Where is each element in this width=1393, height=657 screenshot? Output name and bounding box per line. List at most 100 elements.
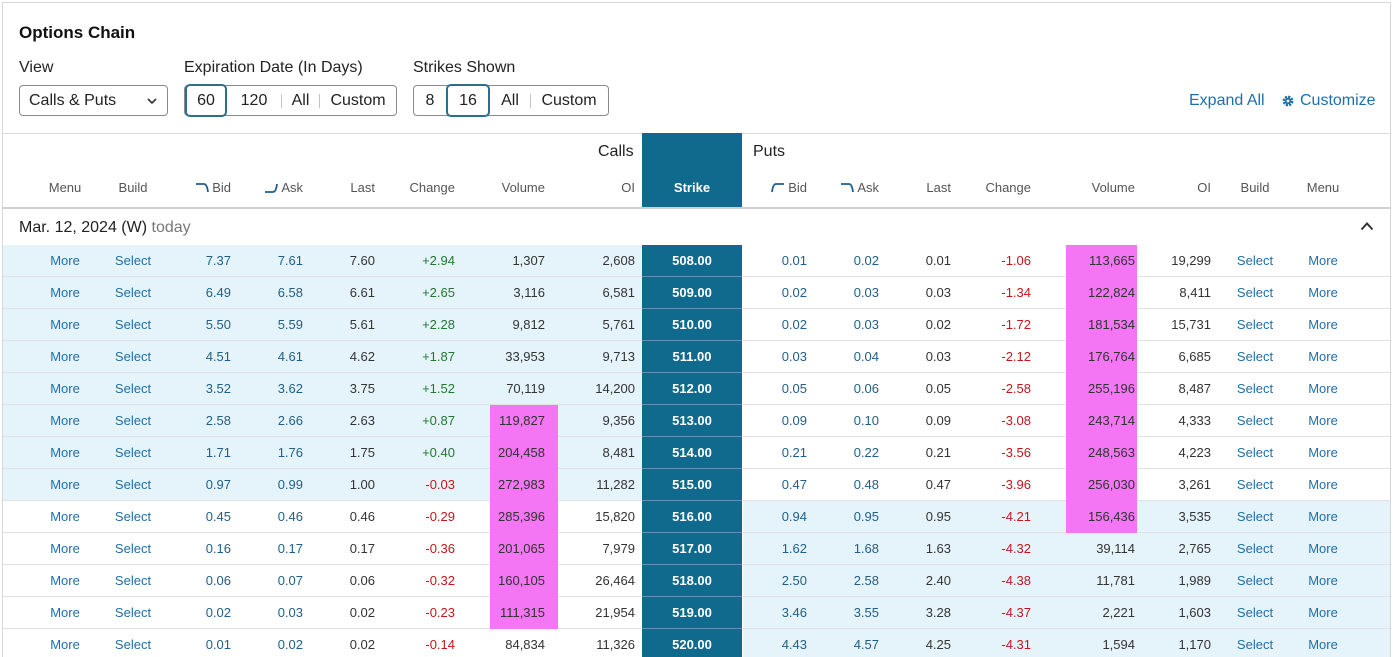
- put-more-link[interactable]: More: [1303, 565, 1343, 596]
- put-more-link[interactable]: More: [1303, 373, 1343, 404]
- call-select-link[interactable]: Select: [106, 405, 160, 436]
- call-bid[interactable]: 7.37: [171, 245, 231, 276]
- put-ask[interactable]: 4.57: [817, 629, 879, 657]
- call-more-link[interactable]: More: [47, 629, 83, 657]
- call-select-link[interactable]: Select: [106, 629, 160, 657]
- put-select-link[interactable]: Select: [1228, 565, 1282, 596]
- call-bid[interactable]: 0.45: [171, 501, 231, 532]
- put-select-link[interactable]: Select: [1228, 277, 1282, 308]
- call-more-link[interactable]: More: [47, 501, 83, 532]
- call-more-link[interactable]: More: [47, 277, 83, 308]
- call-bid[interactable]: 0.02: [171, 597, 231, 628]
- put-select-link[interactable]: Select: [1228, 501, 1282, 532]
- put-ask[interactable]: 0.03: [817, 309, 879, 340]
- put-bid[interactable]: 0.47: [745, 469, 807, 500]
- call-ask[interactable]: 3.62: [241, 373, 303, 404]
- put-ask[interactable]: 0.22: [817, 437, 879, 468]
- call-ask[interactable]: 0.02: [241, 629, 303, 657]
- put-ask[interactable]: 0.95: [817, 501, 879, 532]
- call-ask[interactable]: 0.03: [241, 597, 303, 628]
- expiration-group-row[interactable]: Mar. 12, 2024 (W) today: [3, 209, 1390, 245]
- put-select-link[interactable]: Select: [1228, 341, 1282, 372]
- call-more-link[interactable]: More: [47, 373, 83, 404]
- put-bid[interactable]: 0.09: [745, 405, 807, 436]
- put-select-link[interactable]: Select: [1228, 533, 1282, 564]
- call-ask[interactable]: 0.07: [241, 565, 303, 596]
- call-more-link[interactable]: More: [47, 437, 83, 468]
- call-select-link[interactable]: Select: [106, 501, 160, 532]
- put-select-link[interactable]: Select: [1228, 309, 1282, 340]
- put-bid[interactable]: 0.21: [745, 437, 807, 468]
- col-header-put-ask[interactable]: Ask: [817, 180, 879, 195]
- put-bid[interactable]: 3.46: [745, 597, 807, 628]
- put-select-link[interactable]: Select: [1228, 245, 1282, 276]
- call-ask[interactable]: 1.76: [241, 437, 303, 468]
- put-more-link[interactable]: More: [1303, 341, 1343, 372]
- call-ask[interactable]: 0.99: [241, 469, 303, 500]
- call-select-link[interactable]: Select: [106, 565, 160, 596]
- call-bid[interactable]: 2.58: [171, 405, 231, 436]
- put-select-link[interactable]: Select: [1228, 405, 1282, 436]
- call-select-link[interactable]: Select: [106, 533, 160, 564]
- put-bid[interactable]: 0.02: [745, 309, 807, 340]
- strikes-option-all[interactable]: All: [490, 86, 530, 115]
- put-bid[interactable]: 4.43: [745, 629, 807, 657]
- call-select-link[interactable]: Select: [106, 277, 160, 308]
- call-ask[interactable]: 2.66: [241, 405, 303, 436]
- call-bid[interactable]: 0.06: [171, 565, 231, 596]
- put-ask[interactable]: 1.68: [817, 533, 879, 564]
- col-header-call-bid[interactable]: Bid: [171, 180, 231, 195]
- put-ask[interactable]: 3.55: [817, 597, 879, 628]
- expiration-option-120[interactable]: 120: [227, 86, 281, 115]
- put-bid[interactable]: 2.50: [745, 565, 807, 596]
- call-select-link[interactable]: Select: [106, 309, 160, 340]
- put-bid[interactable]: 0.02: [745, 277, 807, 308]
- put-bid[interactable]: 0.94: [745, 501, 807, 532]
- call-more-link[interactable]: More: [47, 597, 83, 628]
- put-more-link[interactable]: More: [1303, 501, 1343, 532]
- call-bid[interactable]: 0.97: [171, 469, 231, 500]
- put-ask[interactable]: 0.48: [817, 469, 879, 500]
- strikes-option-custom[interactable]: Custom: [531, 86, 607, 115]
- put-more-link[interactable]: More: [1303, 277, 1343, 308]
- put-ask[interactable]: 0.02: [817, 245, 879, 276]
- put-select-link[interactable]: Select: [1228, 469, 1282, 500]
- put-ask[interactable]: 0.04: [817, 341, 879, 372]
- call-select-link[interactable]: Select: [106, 597, 160, 628]
- put-select-link[interactable]: Select: [1228, 437, 1282, 468]
- call-bid[interactable]: 3.52: [171, 373, 231, 404]
- put-more-link[interactable]: More: [1303, 245, 1343, 276]
- call-more-link[interactable]: More: [47, 469, 83, 500]
- call-more-link[interactable]: More: [47, 309, 83, 340]
- call-ask[interactable]: 6.58: [241, 277, 303, 308]
- put-bid[interactable]: 0.05: [745, 373, 807, 404]
- put-bid[interactable]: 0.01: [745, 245, 807, 276]
- put-select-link[interactable]: Select: [1228, 373, 1282, 404]
- put-select-link[interactable]: Select: [1228, 597, 1282, 628]
- call-select-link[interactable]: Select: [106, 469, 160, 500]
- col-header-call-ask[interactable]: Ask: [241, 180, 303, 195]
- call-ask[interactable]: 7.61: [241, 245, 303, 276]
- put-bid[interactable]: 0.03: [745, 341, 807, 372]
- customize-link[interactable]: Customize: [1281, 92, 1376, 110]
- put-ask[interactable]: 0.10: [817, 405, 879, 436]
- call-more-link[interactable]: More: [47, 533, 83, 564]
- put-more-link[interactable]: More: [1303, 469, 1343, 500]
- put-select-link[interactable]: Select: [1228, 629, 1282, 657]
- call-select-link[interactable]: Select: [106, 373, 160, 404]
- expand-all-link[interactable]: Expand All: [1189, 92, 1265, 110]
- call-ask[interactable]: 0.17: [241, 533, 303, 564]
- expiration-option-60[interactable]: 60: [185, 84, 227, 117]
- call-bid[interactable]: 5.50: [171, 309, 231, 340]
- strikes-option-16[interactable]: 16: [446, 84, 490, 117]
- call-bid[interactable]: 0.16: [171, 533, 231, 564]
- put-more-link[interactable]: More: [1303, 629, 1343, 657]
- put-more-link[interactable]: More: [1303, 309, 1343, 340]
- col-header-put-bid[interactable]: Bid: [745, 180, 807, 195]
- call-more-link[interactable]: More: [47, 341, 83, 372]
- chevron-up-icon[interactable]: [1360, 221, 1374, 231]
- put-more-link[interactable]: More: [1303, 405, 1343, 436]
- call-ask[interactable]: 4.61: [241, 341, 303, 372]
- put-more-link[interactable]: More: [1303, 437, 1343, 468]
- call-more-link[interactable]: More: [47, 245, 83, 276]
